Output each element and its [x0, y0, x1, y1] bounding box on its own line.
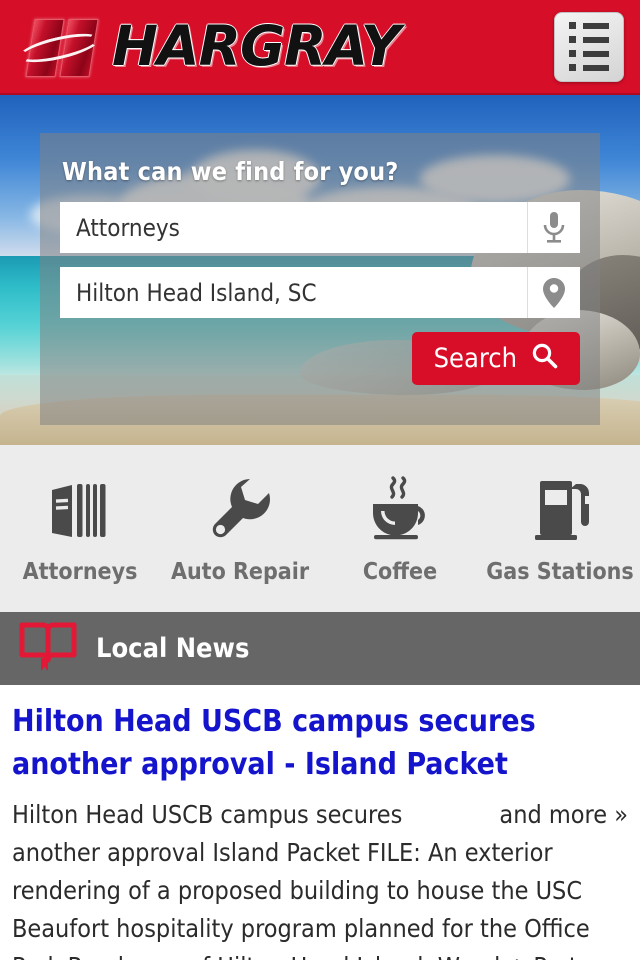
search-panel: What can we find for you? Attorneys Hilt… — [40, 133, 600, 425]
article-headline-link[interactable]: Hilton Head USCB campus secures another … — [12, 701, 628, 786]
category-label: Gas Stations — [486, 558, 634, 585]
local-news-header: Local News — [0, 612, 640, 685]
location-field-wrapper — [60, 267, 580, 318]
category-attorneys[interactable]: Attorneys — [0, 473, 160, 585]
gas-pump-icon — [524, 473, 596, 545]
search-location-input[interactable] — [60, 267, 527, 318]
search-keyword-input[interactable] — [60, 202, 527, 253]
hero-search-section: What can we find for you? Attorneys Hilt… — [0, 95, 640, 445]
site-header: HARGRAY — [0, 0, 640, 95]
search-panel-heading: What can we find for you? — [62, 157, 399, 186]
wrench-icon — [204, 473, 276, 545]
coffee-cup-icon — [364, 473, 436, 545]
article-summary: and more » Hilton Head USCB campus secur… — [12, 796, 628, 960]
category-label: Coffee — [362, 558, 438, 585]
category-auto-repair[interactable]: Auto Repair — [160, 473, 320, 585]
law-books-icon — [44, 473, 116, 545]
category-shortcuts: Attorneys Auto Repair Coffee Gas Station… — [0, 445, 640, 612]
local-news-title: Local News — [96, 633, 250, 664]
category-label: Attorneys — [22, 558, 138, 585]
location-pin-icon[interactable] — [527, 267, 580, 318]
brand-logo[interactable]: HARGRAY — [16, 11, 554, 83]
category-label: Auto Repair — [170, 558, 310, 585]
list-menu-icon[interactable] — [554, 11, 624, 82]
microphone-icon[interactable] — [527, 202, 580, 253]
hargray-h-logo-icon — [16, 11, 102, 83]
mobile-page: HARGRAY What can we find for you? Attorn… — [0, 0, 640, 960]
category-coffee[interactable]: Coffee — [320, 473, 480, 585]
keyword-field-wrapper — [60, 202, 580, 253]
open-book-icon — [18, 620, 78, 677]
magnifier-icon — [531, 342, 558, 376]
category-gas-stations[interactable]: Gas Stations — [480, 473, 640, 585]
search-button-label: Search — [433, 343, 517, 374]
search-button[interactable]: Search — [411, 332, 580, 385]
article-more-link[interactable]: and more » — [499, 796, 628, 834]
brand-name: HARGRAY — [112, 14, 401, 78]
news-article: Hilton Head USCB campus secures another … — [0, 685, 640, 960]
